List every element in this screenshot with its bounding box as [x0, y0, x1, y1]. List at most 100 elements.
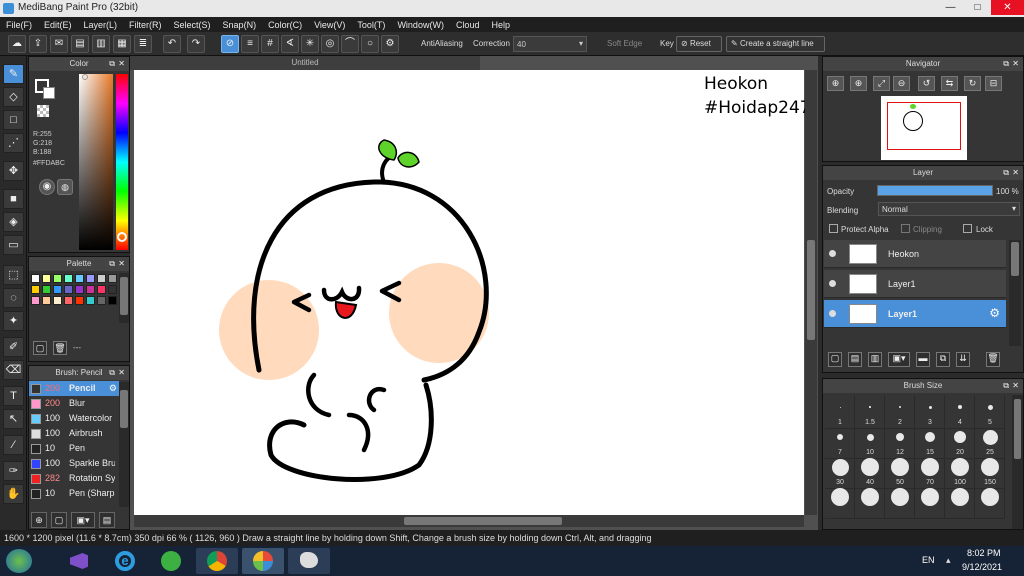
document-tab[interactable]: Untitled [130, 56, 480, 70]
zoom-in-icon[interactable]: ⊕ [827, 76, 844, 91]
close-icon[interactable]: ✕ [1012, 166, 1019, 180]
select-eraser-icon[interactable]: ⌫ [3, 360, 24, 380]
brush-size-cell[interactable]: 1.5 [855, 395, 885, 429]
list-icon[interactable]: ≣ [134, 35, 152, 53]
brush-size-cell[interactable]: 12 [885, 425, 915, 459]
rotate-right-icon[interactable]: ↻ [964, 76, 981, 91]
fill-rect-icon[interactable]: ■ [3, 189, 24, 209]
duplicate-layer-icon[interactable]: ⧉ [936, 352, 950, 367]
cloud-icon[interactable]: ☁ [8, 35, 26, 53]
palette-swatch[interactable] [108, 274, 117, 283]
brush-size-cell[interactable]: 15 [915, 425, 945, 459]
new-palette-icon[interactable]: ▢ [33, 341, 47, 355]
gradient-tool-icon[interactable]: ▭ [3, 235, 24, 255]
eyedropper-icon[interactable]: ⁄ [3, 435, 24, 455]
layer-row[interactable]: Layer1 [824, 270, 1006, 298]
menu-select[interactable]: Select(S) [168, 20, 217, 30]
palette-scrollbar[interactable] [119, 273, 129, 323]
brush-item[interactable]: 282 Rotation Sy [29, 471, 119, 486]
popout-icon[interactable]: ⧉ [109, 366, 115, 380]
new-color-layer-icon[interactable]: ▤ [848, 352, 862, 367]
rotate-left-icon[interactable]: ↺ [918, 76, 935, 91]
lasso-tool-icon[interactable]: ◌ [3, 288, 24, 308]
concentric-snap-icon[interactable]: ◎ [321, 35, 339, 53]
hue-slider-handle[interactable] [117, 232, 127, 242]
brush-size-cell[interactable]: 30 [825, 455, 855, 489]
palette-swatch[interactable] [86, 274, 95, 283]
correction-select[interactable]: 40 ▾ [513, 36, 587, 52]
popout-icon[interactable]: ⧉ [109, 257, 115, 271]
zoom-out-icon[interactable]: ⊖ [893, 76, 910, 91]
drawing-canvas[interactable]: Heokon #Hoidap247 [134, 70, 811, 515]
palette-swatch[interactable] [31, 274, 40, 283]
saturation-value-picker[interactable] [79, 74, 113, 250]
secondary-color-swatch[interactable] [43, 87, 55, 99]
brush-item[interactable]: 10 Pen [29, 441, 119, 456]
brush-item[interactable]: 100 Airbrush [29, 426, 119, 441]
select-tool-icon[interactable]: ⬚ [3, 265, 24, 285]
layer-settings-gear-icon[interactable]: ⚙ [989, 306, 1000, 320]
hue-slider[interactable] [116, 74, 128, 250]
palette-swatch[interactable] [53, 274, 62, 283]
brush-add-icon[interactable]: ⊕ [31, 512, 47, 528]
merge-layer-icon[interactable]: ⇊ [956, 352, 970, 367]
zoom-icon[interactable]: ⊕ [850, 76, 867, 91]
clipping-checkbox[interactable] [901, 224, 910, 233]
brush-item[interactable]: 200 Pencil ⚙ [29, 381, 119, 396]
brush-item[interactable]: 200 Blur [29, 396, 119, 411]
palette-swatch[interactable] [42, 285, 51, 294]
popout-icon[interactable]: ⧉ [109, 57, 115, 71]
palette-swatch[interactable] [64, 285, 73, 294]
menu-filter[interactable]: Filter(R) [123, 20, 168, 30]
radial-snap-icon[interactable]: ✳ [301, 35, 319, 53]
brush-size-cell[interactable]: 100 [945, 455, 975, 489]
palette-swatch[interactable] [53, 285, 62, 294]
visual-studio-icon[interactable] [58, 548, 100, 574]
brush-item[interactable]: 100 Sparkle Bru [29, 456, 119, 471]
brush-new-icon[interactable]: ▢ [51, 512, 67, 528]
palette-swatch[interactable] [53, 296, 62, 305]
brush-size-cell[interactable] [885, 485, 915, 519]
brush-size-cell[interactable]: 3 [915, 395, 945, 429]
document-icon[interactable]: ▥ [92, 35, 110, 53]
close-icon[interactable]: ✕ [1012, 379, 1019, 393]
brush-size-cell[interactable] [975, 485, 1005, 519]
select-pen-icon[interactable]: ✐ [3, 337, 24, 357]
medibang-taskbar-icon[interactable] [242, 548, 284, 574]
new-layer-icon[interactable]: ▢ [828, 352, 842, 367]
brush-size-cell[interactable]: 25 [975, 425, 1005, 459]
palette-swatch[interactable] [75, 296, 84, 305]
palette-more[interactable]: --- [73, 343, 81, 352]
folder-icon[interactable]: ▬ [916, 352, 930, 367]
canvas-vertical-scrollbar[interactable] [805, 70, 817, 515]
close-icon[interactable]: ✕ [1012, 57, 1019, 71]
new-layer-menu-icon[interactable]: ▣▾ [888, 352, 910, 367]
maximize-button[interactable]: □ [964, 0, 991, 15]
palette-swatch[interactable] [75, 274, 84, 283]
brush-size-cell[interactable]: 50 [885, 455, 915, 489]
flip-icon[interactable]: ⇆ [941, 76, 958, 91]
menu-edit[interactable]: Edit(E) [38, 20, 78, 30]
brush-size-scrollbar[interactable] [1012, 395, 1023, 529]
minimize-button[interactable]: — [937, 0, 964, 15]
move-tool-icon[interactable]: ✥ [3, 161, 24, 181]
redo-icon[interactable]: ↷ [187, 35, 205, 53]
palette-swatch[interactable] [75, 285, 84, 294]
brush-item[interactable]: 10 Pen (Sharp [29, 486, 119, 501]
reset-view-icon[interactable]: ⊟ [985, 76, 1002, 91]
palette-swatch[interactable] [31, 296, 40, 305]
brush-settings-gear-icon[interactable]: ⚙ [109, 381, 117, 396]
palette-swatch[interactable] [42, 296, 51, 305]
eye-icon[interactable] [829, 280, 836, 287]
clock-time[interactable]: 8:02 PM [967, 548, 1001, 558]
brush-size-cell[interactable] [915, 485, 945, 519]
color-wheel-icon[interactable]: ◉ [39, 179, 55, 195]
internet-explorer-icon[interactable]: e [104, 548, 146, 574]
menu-tool[interactable]: Tool(T) [351, 20, 391, 30]
start-button[interactable] [6, 549, 32, 573]
menu-snap[interactable]: Snap(N) [217, 20, 263, 30]
close-icon[interactable]: ✕ [118, 366, 125, 380]
undo-icon[interactable]: ↶ [163, 35, 181, 53]
layer-row[interactable]: Heokon [824, 240, 1006, 268]
curve-snap-icon[interactable]: ⌒ [341, 35, 359, 53]
